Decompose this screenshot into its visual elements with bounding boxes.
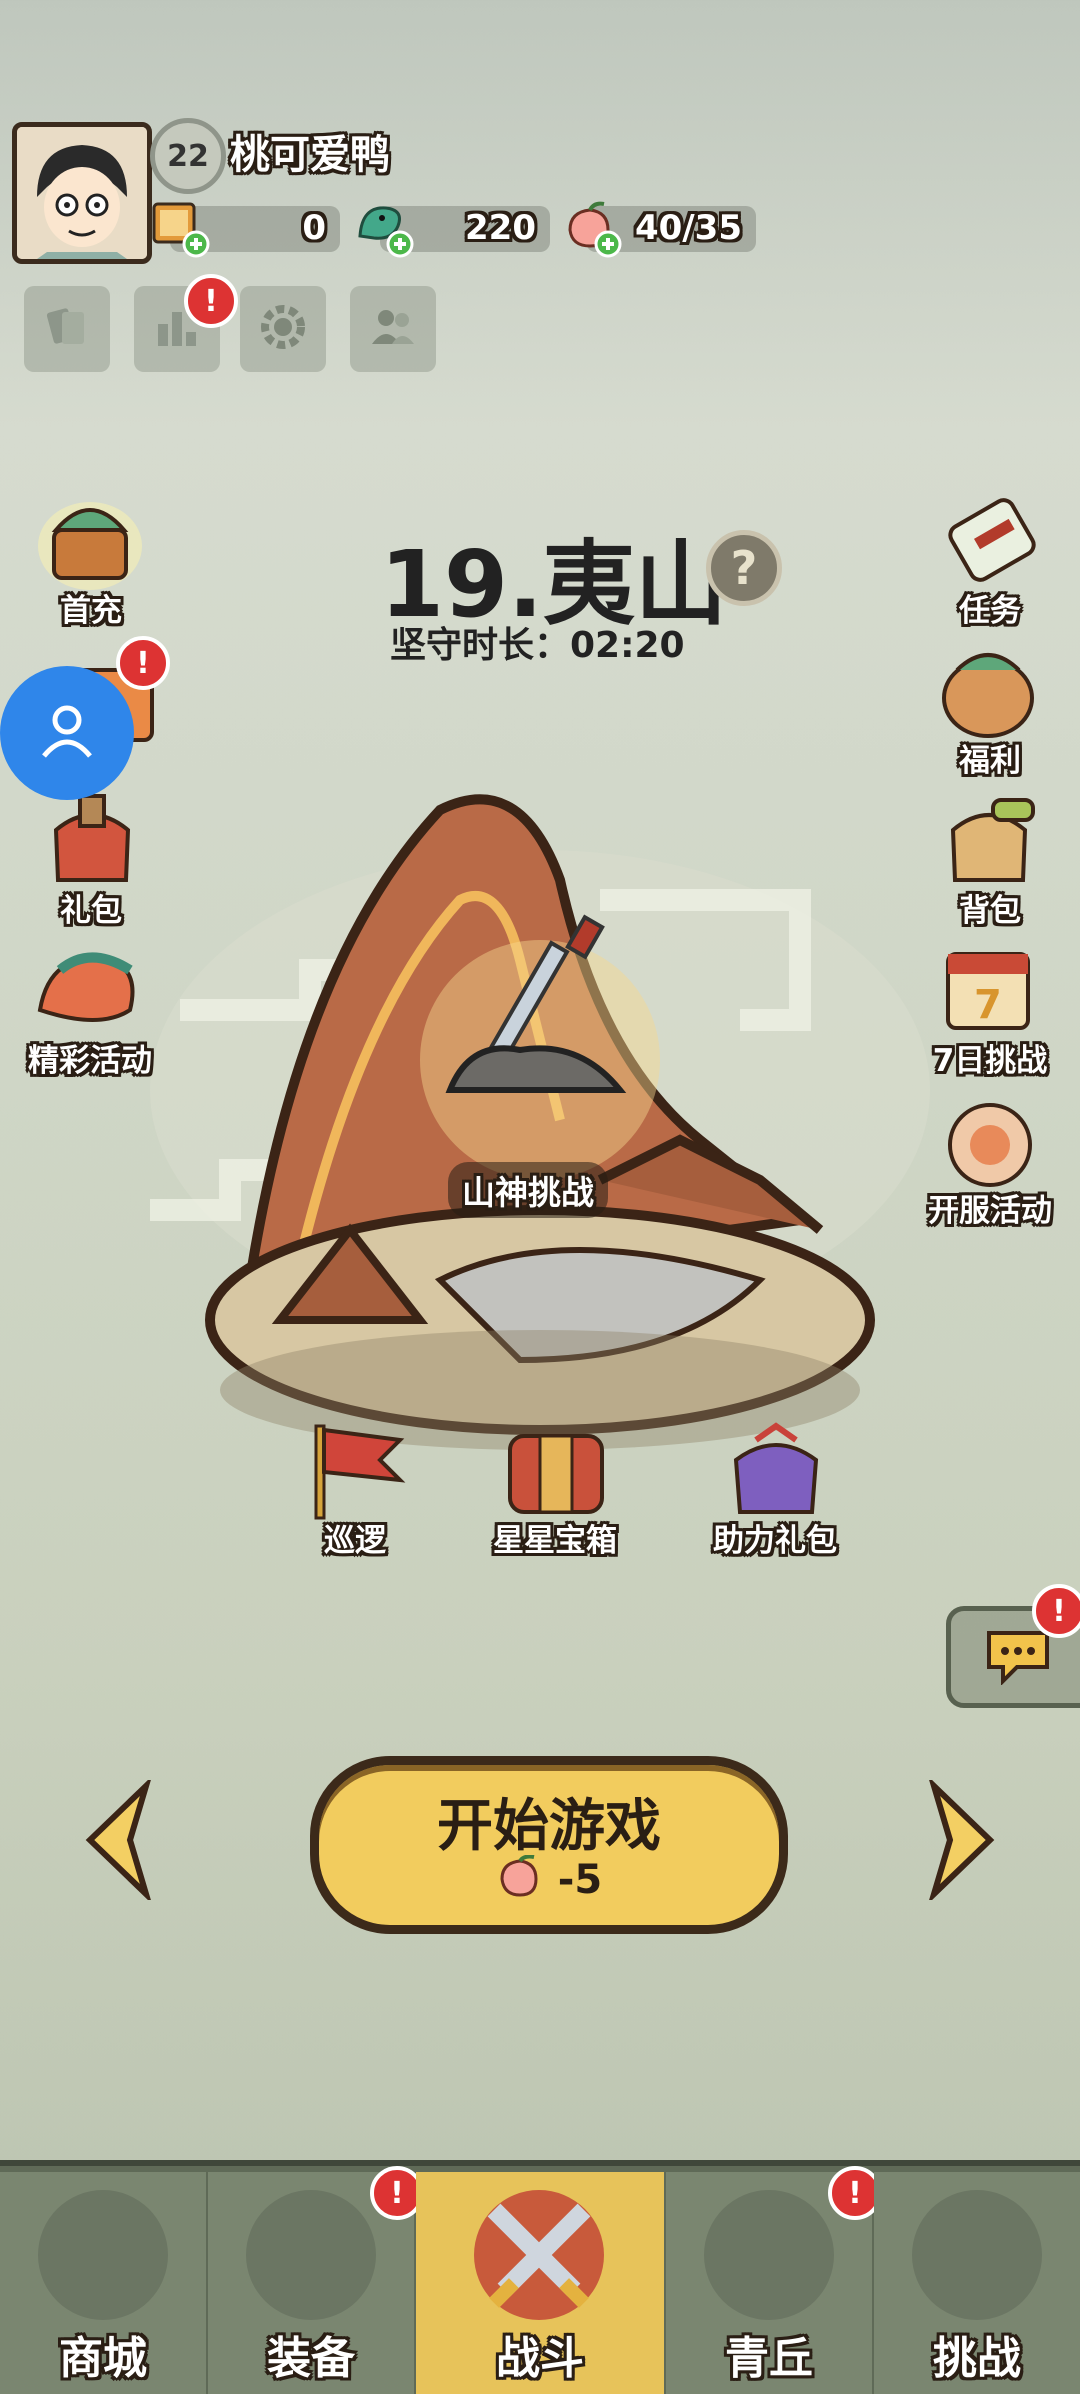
welfare-label: 福利 [959, 743, 1021, 779]
patrol-flag-icon [314, 1424, 406, 1520]
chevron-right-icon [920, 1775, 1000, 1905]
mountain-icon [704, 2190, 834, 2320]
purple-gift-bag-icon [733, 1422, 819, 1514]
settings-icon [256, 300, 310, 358]
assist-gift-button[interactable]: 助力礼包 [680, 1420, 870, 1560]
tab-equipment-label: 装备 [267, 2333, 355, 2384]
svg-text:7: 7 [974, 982, 1002, 1028]
backpack-label: 背包 [959, 893, 1021, 929]
friends-button[interactable] [350, 286, 436, 372]
bottom-navigation: 商城 装备 ! 战斗 青丘 ! 挑战 [0, 2160, 1080, 2394]
server-event-icon [948, 1103, 1032, 1187]
seven-day-challenge-label: 7日挑战 [932, 1043, 1048, 1079]
player-avatar[interactable] [12, 122, 152, 264]
friends-icon [366, 300, 420, 358]
player-name: 桃可爱鸭 [230, 132, 390, 178]
helmet-icon [246, 2190, 376, 2320]
peach-count: 40/35 [634, 208, 742, 248]
treasure-chest-icon [38, 502, 142, 590]
ranking-alert-badge: ! [184, 274, 238, 328]
cards-button[interactable] [24, 286, 110, 372]
backpack-button[interactable]: 背包 [915, 790, 1065, 930]
welfare-bag-icon [942, 653, 1034, 738]
star-chest-icon [508, 1434, 604, 1514]
ticket-icon[interactable] [148, 196, 210, 258]
gift-bag-icon [53, 794, 131, 882]
events-button[interactable]: 精彩活动 [10, 940, 170, 1080]
peach-cost-icon [496, 1854, 544, 1909]
player-level-badge: 22 [150, 118, 226, 194]
start-game-button[interactable]: 开始游戏 -5 [310, 1756, 788, 1934]
cards-icon [42, 302, 92, 356]
tab-shop[interactable]: 商城 [0, 2172, 206, 2394]
start-game-cost: -5 [319, 1854, 779, 1909]
events-label: 精彩活动 [28, 1043, 152, 1079]
chevron-left-icon [80, 1775, 160, 1905]
user-icon [36, 700, 98, 766]
tasks-label: 任务 [959, 593, 1021, 629]
tab-battle[interactable]: 战斗 [416, 2172, 664, 2394]
previous-stage-arrow[interactable] [80, 1775, 160, 1905]
chat-bubble-icon [983, 1625, 1053, 1689]
gift-pack-button[interactable]: 礼包 [16, 790, 166, 930]
patrol-label: 巡逻 [324, 1523, 386, 1559]
next-stage-arrow[interactable] [920, 1775, 1000, 1905]
start-game-label: 开始游戏 [437, 1794, 661, 1859]
floating-user-button[interactable] [0, 666, 134, 800]
assist-gift-label: 助力礼包 [713, 1523, 837, 1559]
ticket-count: 0 [302, 208, 326, 248]
settings-button[interactable] [240, 286, 326, 372]
peach-icon[interactable] [560, 196, 622, 258]
event-alert-badge: ! [116, 636, 170, 690]
seven-day-challenge-button[interactable]: 7 7日挑战 [910, 940, 1070, 1080]
start-cost-value: -5 [557, 1857, 603, 1903]
tab-shop-label: 商城 [59, 2333, 147, 2384]
first-recharge-label: 首充 [60, 593, 122, 629]
tab-challenge-label: 挑战 [933, 2333, 1021, 2384]
tab-battle-label: 战斗 [496, 2333, 584, 2384]
crossed-swords-icon [474, 2190, 604, 2320]
calendar-icon: 7 [946, 952, 1030, 1030]
dragon-event-icon [37, 952, 135, 1022]
mountain-god-challenge-button[interactable]: 山神挑战 [448, 1162, 608, 1218]
shop-icon [38, 2190, 168, 2320]
jade-dragon-icon[interactable] [352, 196, 414, 258]
star-chest-label: 星星宝箱 [493, 1523, 617, 1559]
star-chest-button[interactable]: 星星宝箱 [470, 1420, 640, 1560]
tasks-button[interactable]: 任务 [915, 490, 1065, 630]
tab-qingqiu-label: 青丘 [725, 2333, 813, 2384]
chat-alert-badge: ! [1032, 1584, 1080, 1638]
jade-count: 220 [465, 208, 536, 248]
backpack-icon [950, 798, 1035, 882]
stage-help-icon[interactable]: ? [706, 530, 782, 606]
welfare-button[interactable]: 福利 [915, 640, 1065, 780]
first-recharge-button[interactable]: 首充 [16, 490, 166, 630]
server-open-event-label: 开服活动 [928, 1193, 1052, 1229]
scroll-task-icon [948, 498, 1036, 582]
tab-challenge[interactable]: 挑战 [874, 2172, 1080, 2394]
server-open-event-button[interactable]: 开服活动 [905, 1090, 1075, 1230]
gift-pack-label: 礼包 [60, 893, 122, 929]
defense-duration: 坚守时长：02:20 [390, 625, 685, 666]
yinyang-icon [912, 2190, 1042, 2320]
patrol-button[interactable]: 巡逻 [280, 1420, 430, 1560]
